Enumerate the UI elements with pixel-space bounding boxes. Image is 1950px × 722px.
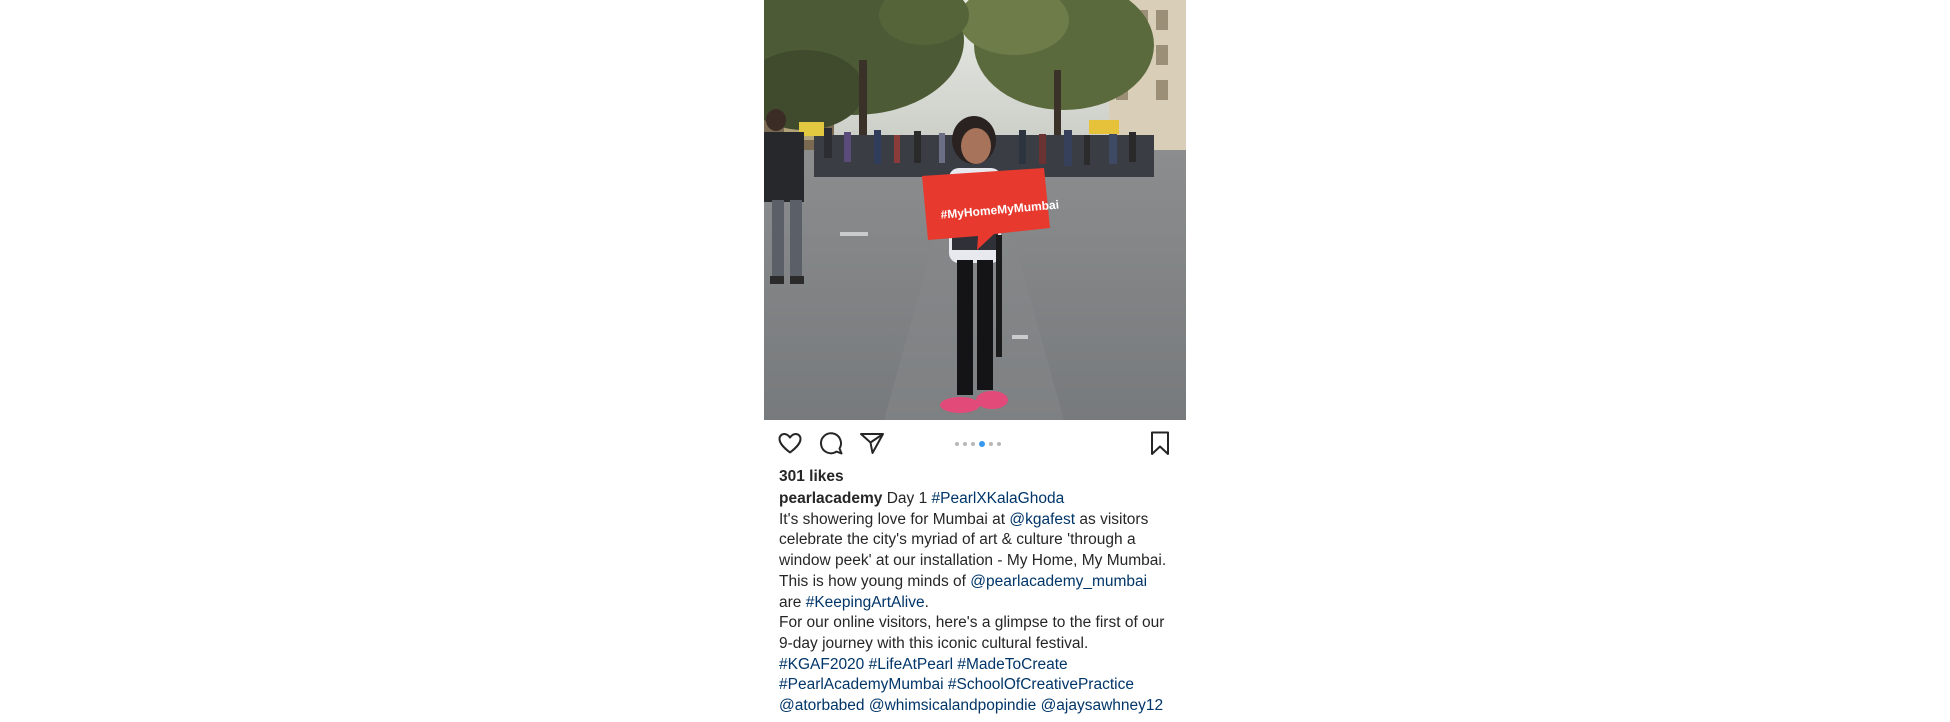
caption-line: @atorbabed @whimsicalandpopindie @ajaysa… — [779, 696, 1184, 717]
mention-link[interactable]: @kgafest — [1009, 511, 1075, 528]
heart-icon[interactable] — [776, 429, 804, 457]
post-caption: pearlacademy Day 1 #PearlXKalaGhoda It's… — [779, 489, 1184, 717]
caption-line: celebrate the city's myriad of art & cul… — [779, 531, 1136, 549]
caption-text: Day 1 — [882, 490, 932, 507]
hashtag-link[interactable]: #LifeAtPearl — [869, 656, 953, 673]
carousel-dot-active — [979, 441, 985, 447]
hashtag-link[interactable]: #KeepingArtAlive — [806, 594, 925, 611]
post-action-bar — [764, 420, 1186, 466]
caption-line: #KGAF2020 #LifeAtPearl #MadeToCreate — [779, 655, 1184, 676]
caption-text: . — [924, 593, 929, 611]
caption-text: This is how young minds of — [779, 572, 971, 590]
caption-line: window peek' at our installation - My Ho… — [779, 552, 1167, 570]
carousel-dot — [963, 442, 967, 446]
caption-line: are #KeepingArtAlive. — [779, 593, 1184, 614]
caption-line: #PearlAcademyMumbai #SchoolOfCreativePra… — [779, 675, 1184, 696]
hashtag-link[interactable]: #PearlXKalaGhoda — [932, 490, 1065, 507]
mention-link[interactable]: @atorbabed — [779, 697, 865, 714]
caption-text: It's showering love for Mumbai at — [779, 510, 1010, 528]
carousel-dot — [997, 442, 1001, 446]
comment-icon[interactable] — [817, 429, 845, 457]
mention-link[interactable]: @whimsicalandpopindie — [869, 697, 1036, 714]
caption-text: as visitors — [1075, 510, 1149, 528]
post-photo[interactable]: #MyHomeMyMumbai — [764, 0, 1186, 420]
bookmark-icon[interactable] — [1146, 429, 1174, 457]
caption-username[interactable]: pearlacademy — [779, 490, 882, 507]
carousel-dot — [971, 442, 975, 446]
carousel-dot — [989, 442, 993, 446]
instagram-post: #MyHomeMyMumbai 301 likes pearlacademy D… — [764, 0, 1186, 722]
caption-line: It's showering love for Mumbai at @kgafe… — [779, 510, 1184, 531]
caption-line: 9-day journey with this iconic cultural … — [779, 634, 1089, 652]
caption-text: are — [779, 593, 806, 611]
likes-count[interactable]: 301 likes — [779, 468, 844, 486]
hashtag-link[interactable]: #MadeToCreate — [957, 656, 1067, 673]
hashtag-link[interactable]: #SchoolOfCreativePractice — [948, 676, 1134, 693]
caption-line: This is how young minds of @pearlacademy… — [779, 572, 1184, 593]
mention-link[interactable]: @ajaysawhney12 — [1041, 697, 1164, 714]
paper-plane-icon[interactable] — [858, 429, 886, 457]
post-photo-illustration: #MyHomeMyMumbai — [764, 0, 1186, 420]
caption-line: For our online visitors, here's a glimps… — [779, 614, 1165, 632]
carousel-indicator — [955, 441, 1001, 447]
caption-line: pearlacademy Day 1 #PearlXKalaGhoda — [779, 489, 1184, 510]
mention-link[interactable]: @pearlacademy_mumbai — [970, 573, 1147, 590]
hashtag-link[interactable]: #KGAF2020 — [779, 656, 864, 673]
carousel-dot — [955, 442, 959, 446]
hashtag-link[interactable]: #PearlAcademyMumbai — [779, 676, 944, 693]
